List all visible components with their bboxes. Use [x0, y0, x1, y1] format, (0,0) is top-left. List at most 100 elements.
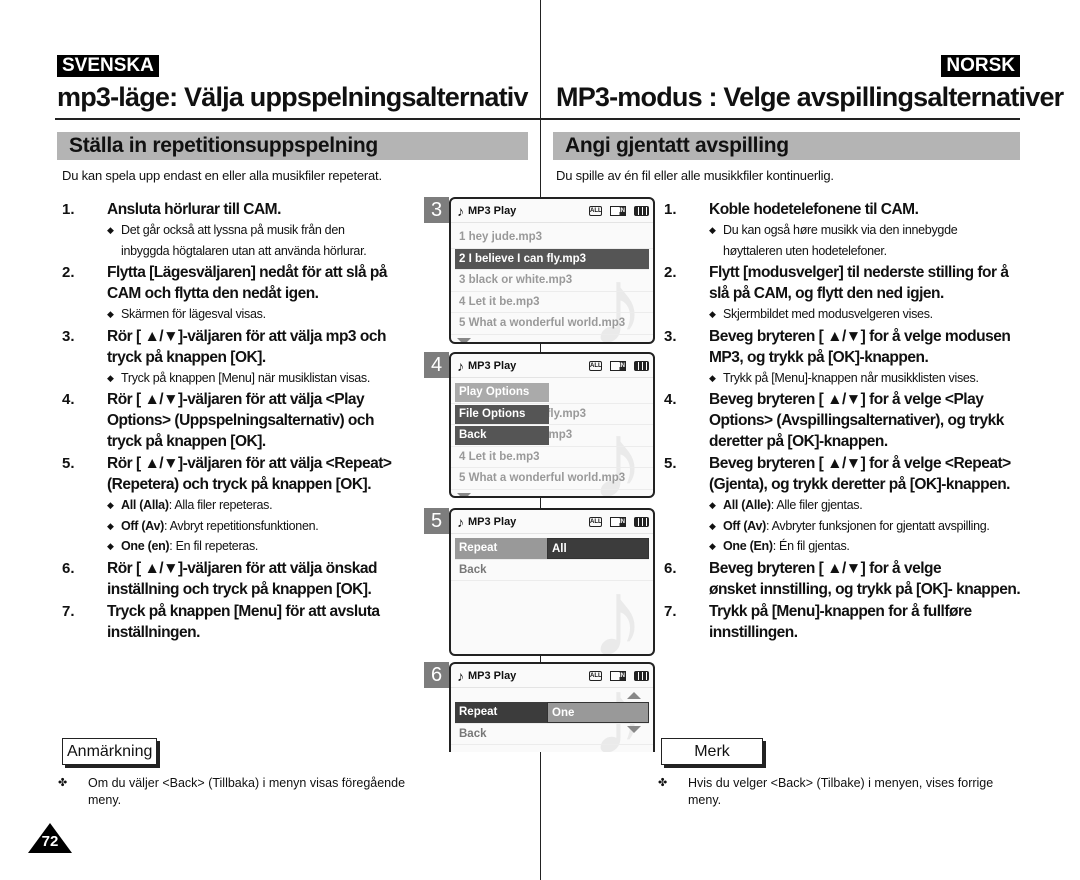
bullet-item: ◆ Du kan også høre musikk via den innebyg… [709, 220, 1034, 241]
scroll-up-arrow-icon[interactable] [627, 692, 641, 699]
screen-list-item[interactable]: Repeat All [455, 538, 649, 560]
screen-list-item[interactable]: 4 Let it be.mp3 [451, 292, 653, 313]
diamond-bullet-icon: ◆ [709, 225, 716, 235]
bullet-term: All (Alla) [121, 498, 169, 512]
screen-list-item[interactable]: 5 What a wonderful world.mp3 [451, 468, 653, 490]
screen-list-item[interactable]: 4 Let it be.mp3 [451, 447, 653, 468]
diamond-bullet-icon: ◆ [107, 520, 114, 531]
setting-value: All [547, 538, 649, 559]
step-text: Beveg bryteren [ ▲/▼] for å velge <Repea… [709, 455, 1011, 472]
popup-menu-item[interactable]: Play Options [455, 383, 549, 402]
list-item-text: 1 hey jude.mp3 [459, 231, 543, 243]
step-item: 5. Rör [ ▲/▼]-väljaren för att välja <Rep… [62, 453, 432, 557]
bullet-text: Skjermbildet med modusvelgeren vises. [723, 307, 933, 321]
bullet-text: : Alla filer repeteras. [168, 498, 273, 512]
screen-list-item[interactable]: Repeat One [455, 702, 649, 724]
device-screen: ♪ MP3 Play ALL IN ♪ Repeat All Back [449, 508, 655, 656]
step-text: MP3, og trykk på [OK]-knappen. [709, 348, 929, 366]
note-text: Om du väljer <Back> (Tillbaka) i menyn v… [88, 776, 406, 807]
step-number: 6. [664, 559, 677, 577]
status-icons: ALL IN [589, 205, 649, 216]
step-number: 7. [664, 602, 677, 620]
step-number: 6. [62, 559, 75, 577]
scroll-down-arrow-icon[interactable] [457, 337, 471, 342]
intro-swedish: Du kan spela upp endast en eller alla mu… [62, 168, 382, 183]
diamond-bullet-icon: ◆ [107, 372, 114, 383]
screen-list-item[interactable]: Back [451, 560, 653, 581]
step-text: Tryck på knappen [Menu] för att avsluta [107, 602, 380, 620]
screen-header: ♪ MP3 Play ALL IN [451, 199, 653, 223]
note-text: Hvis du velger <Back> (Tilbake) i menyen… [688, 776, 994, 807]
memory-icon: IN [610, 205, 626, 216]
list-item-text: Back [459, 563, 487, 576]
step-number: 5. [664, 455, 677, 472]
bullet-term: Off (Av) [121, 518, 164, 533]
diamond-bullet-icon: ◆ [709, 500, 716, 510]
screen-list-item[interactable]: 2 I believe I can fly.mp3File Options [451, 404, 653, 425]
bullet-text: : Én fil gjentas. [772, 539, 850, 553]
note-norwegian: ✤ Hvis du velger <Back> (Tilbake) i menye… [658, 775, 1018, 809]
step-text: Trykk på [Menu]-knappen for å fullføre [709, 602, 972, 620]
screen-step-number: 5 [424, 508, 449, 534]
memory-icon: IN [610, 360, 626, 371]
screen-title: MP3 Play [468, 515, 517, 528]
note-label-swedish: Anmärkning [62, 738, 158, 765]
step-item: 4. Beveg bryteren [ ▲/▼] for å velge <Pla… [664, 389, 1034, 452]
step-item: 7. Tryck på knappen [Menu] för att avslut… [62, 601, 432, 643]
screen-list-item[interactable]: 3 black or white.mp3Back [451, 425, 653, 447]
step-item: 1. Ansluta hörlurar till CAM. ◆ Det går ock… [62, 199, 432, 261]
repeat-all-icon: ALL [589, 205, 602, 216]
screen-list-item[interactable]: 2 I believe I can fly.mp3 [455, 248, 649, 270]
step-text: Options> (Avspillingsalternativer), og t… [709, 412, 1004, 429]
list-item-text: 5 What a wonderful world.mp3 [459, 472, 626, 484]
step-text: Ansluta hörlurar till CAM. [107, 201, 281, 218]
diamond-bullet-icon: ◆ [709, 541, 716, 551]
bullet-item: ◆ Off (Av): Avbryter funksjonen for gjent… [709, 516, 1034, 537]
step-item: 5. Beveg bryteren [ ▲/▼] for å velge <Rep… [664, 453, 1034, 557]
page-title-norwegian: MP3-modus : Velge avspillingsalternative… [556, 82, 1064, 112]
step-text: Beveg bryteren [ ▲/▼] for å velge <Play [709, 391, 984, 408]
step-item: 1. Koble hodetelefonene til CAM. ◆ Du kan o… [664, 199, 1034, 261]
screen-list-item[interactable]: 5 What a wonderful world.mp3 [451, 313, 653, 335]
bullet-item: inbyggda högtalaren utan att använda hör… [107, 241, 432, 262]
section-title-norwegian: Angi gjentatt avspilling [553, 132, 1020, 160]
bullet-text: Skärmen för lägesval visas. [121, 307, 266, 321]
step-number: 7. [62, 602, 75, 620]
bullet-item: ◆ All (Alle): Alle filer gjentas. [709, 495, 1034, 516]
popup-menu-item[interactable]: Back [455, 426, 549, 445]
screen-list-item[interactable]: 1 hey jude.mp3Play Options [451, 382, 653, 404]
screen-title: MP3 Play [468, 359, 517, 372]
step-text: tryck på knappen [OK]. [107, 348, 266, 366]
bullet-text: Det går också att lyssna på musik från d… [121, 223, 345, 237]
repeat-all-icon: ALL [589, 516, 602, 527]
list-item-text: Back [459, 727, 487, 740]
list-item-text: 2 I believe I can fly.mp3 [459, 252, 586, 265]
language-label-svenska: SVENSKA [57, 55, 159, 77]
setting-value: One [547, 702, 649, 723]
step-number: 4. [664, 391, 677, 408]
popup-menu-item[interactable]: File Options [455, 404, 549, 424]
steps-swedish: 1. Ansluta hörlurar till CAM. ◆ Det går ock… [62, 199, 432, 644]
steps-norwegian: 1. Koble hodetelefonene til CAM. ◆ Du kan o… [664, 199, 1034, 644]
screen-step-number: 6 [424, 662, 449, 688]
setting-label: Repeat [455, 538, 547, 559]
diamond-bullet-icon: ◆ [107, 541, 114, 551]
battery-icon [634, 516, 649, 527]
screen-header: ♪ MP3 Play ALL IN [451, 354, 653, 378]
step-text: Beveg bryteren [ ▲/▼] for å velge moduse… [709, 327, 1011, 345]
screen-list: 1 hey jude.mp3Play Options2 I believe I … [451, 382, 653, 490]
music-note-icon: ♪ [457, 357, 464, 374]
music-note-icon: ♪ [457, 202, 464, 219]
bullet-term: All (Alle) [723, 498, 771, 512]
status-icons: ALL IN [589, 516, 649, 527]
device-screen: ♪MP3 PlayALLIN♪RepeatOneBack [449, 662, 655, 752]
screen-list-item[interactable]: 3 black or white.mp3 [451, 270, 653, 292]
screen-list-item[interactable]: 1 hey jude.mp3 [451, 227, 653, 249]
step-text: innstillingen. [709, 623, 798, 641]
scroll-down-arrow-icon[interactable] [627, 726, 641, 733]
scroll-down-arrow-icon[interactable] [457, 492, 471, 496]
diamond-bullet-icon: ◆ [107, 309, 114, 319]
step-item: 2. Flytt [modusvelger] til nederste still… [664, 262, 1034, 325]
bullet-text: : Avbryt repetitionsfunktionen. [163, 518, 319, 533]
screen-list-item[interactable]: Back [451, 724, 653, 745]
